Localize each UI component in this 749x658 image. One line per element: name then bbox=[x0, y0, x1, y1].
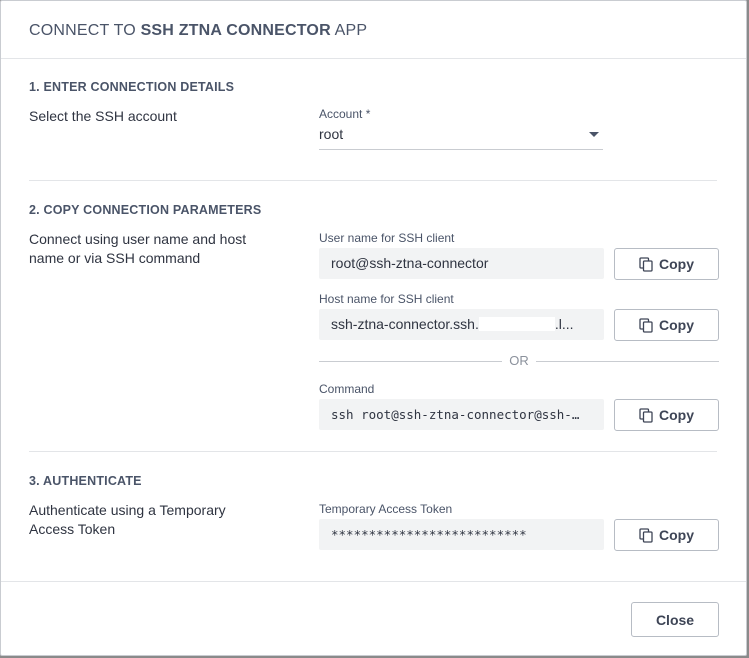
token-label: Temporary Access Token bbox=[319, 502, 453, 516]
token-field[interactable]: ************************** bbox=[319, 519, 604, 550]
copy-icon bbox=[639, 317, 653, 333]
account-select[interactable]: root bbox=[319, 124, 603, 150]
footer-divider bbox=[1, 581, 746, 582]
copy-hostname-button[interactable]: Copy bbox=[614, 309, 719, 341]
section-2-title: 2. COPY CONNECTION PARAMETERS bbox=[29, 203, 262, 217]
section-2-description: Connect using user name and host name or… bbox=[29, 231, 247, 266]
copy-button-label: Copy bbox=[659, 317, 694, 333]
section-3-description: Authenticate using a Temporary Access To… bbox=[29, 502, 226, 537]
account-select-value: root bbox=[319, 126, 344, 142]
dialog-title: CONNECT TO SSH ZTNA CONNECTOR APP bbox=[29, 22, 367, 40]
username-field[interactable]: root@ssh-ztna-connector bbox=[319, 248, 604, 279]
title-prefix: CONNECT TO bbox=[29, 22, 136, 39]
title-suffix: APP bbox=[334, 22, 368, 39]
section-1-title: 1. ENTER CONNECTION DETAILS bbox=[29, 80, 235, 94]
hostname-label: Host name for SSH client bbox=[319, 292, 454, 306]
caret-down-icon[interactable] bbox=[589, 132, 599, 137]
hostname-value-end: .l... bbox=[554, 316, 574, 332]
close-button[interactable]: Close bbox=[631, 602, 719, 637]
dialog-header: CONNECT TO SSH ZTNA CONNECTOR APP bbox=[1, 1, 746, 59]
or-separator: OR bbox=[319, 352, 719, 370]
account-label: Account * bbox=[319, 107, 371, 121]
copy-token-button[interactable]: Copy bbox=[614, 519, 719, 551]
connect-dialog: CONNECT TO SSH ZTNA CONNECTOR APP 1. ENT… bbox=[0, 0, 747, 656]
copy-icon bbox=[639, 527, 653, 543]
copy-button-label: Copy bbox=[659, 527, 694, 543]
section-1-description: Select the SSH account bbox=[29, 108, 177, 124]
copy-command-button[interactable]: Copy bbox=[614, 399, 719, 431]
or-line-right bbox=[536, 361, 719, 362]
hostname-field[interactable]: ssh-ztna-connector.ssh. .l... bbox=[319, 309, 604, 340]
section-3-title: 3. AUTHENTICATE bbox=[29, 474, 142, 488]
copy-icon bbox=[639, 256, 653, 272]
section-divider-2 bbox=[29, 451, 717, 452]
title-app-name: SSH ZTNA CONNECTOR bbox=[140, 22, 331, 39]
command-field[interactable]: ssh root@ssh-ztna-connector@ssh-… bbox=[319, 399, 604, 430]
hostname-value-start: ssh-ztna-connector.ssh. bbox=[331, 316, 479, 332]
command-label: Command bbox=[319, 382, 375, 396]
username-label: User name for SSH client bbox=[319, 231, 455, 245]
copy-button-label: Copy bbox=[659, 407, 694, 423]
copy-username-button[interactable]: Copy bbox=[614, 248, 719, 280]
copy-button-label: Copy bbox=[659, 256, 694, 272]
section-divider-1 bbox=[29, 180, 717, 181]
redacted-mask bbox=[478, 316, 555, 331]
copy-icon bbox=[639, 407, 653, 423]
